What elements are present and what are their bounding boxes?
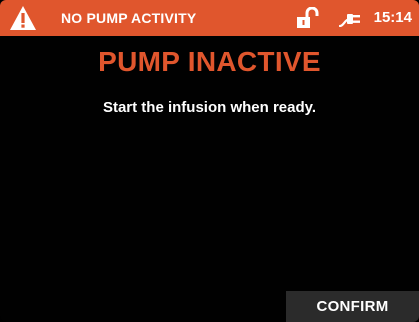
status-bar: NO PUMP ACTIVITY 15:14 [0,0,419,36]
screen-heading: PUMP INACTIVE [98,46,321,77]
status-title: NO PUMP ACTIVITY [61,10,197,26]
confirm-button[interactable]: CONFIRM [286,291,419,322]
pump-screen: NO PUMP ACTIVITY 15:14 PUMP INACTIVE Sta… [0,0,419,322]
alert-triangle-icon [10,6,36,30]
clock-time: 15:14 [373,9,412,26]
unlocked-padlock-icon[interactable] [296,7,320,29]
instruction-message: Start the infusion when ready. [102,99,317,116]
power-plug-icon [339,14,360,27]
